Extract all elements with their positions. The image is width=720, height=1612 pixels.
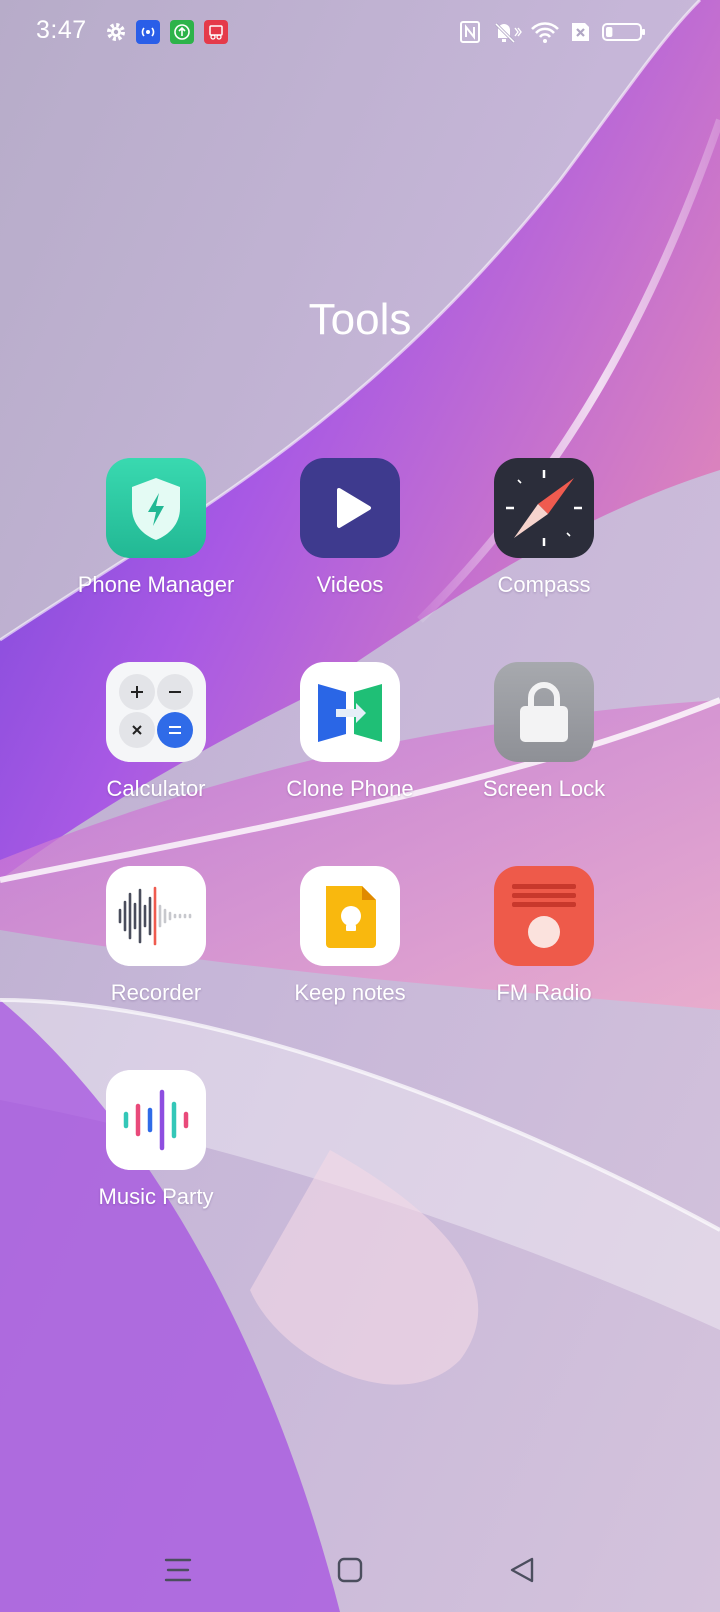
app-screen-lock[interactable]: Screen Lock [444, 662, 644, 832]
radio-icon [494, 866, 594, 966]
status-time: 3:47 [36, 16, 87, 44]
shield-bolt-icon [106, 458, 206, 558]
app-fm-radio[interactable]: FM Radio [444, 866, 644, 1036]
app-recorder[interactable]: Recorder [56, 866, 256, 1036]
music-bars-icon [106, 1070, 206, 1170]
app-label: Keep notes [294, 980, 406, 1005]
app-label: Music Party [98, 1184, 214, 1209]
app-label: Screen Lock [482, 776, 606, 801]
app-label: Videos [316, 572, 384, 597]
status-bar: 3:47 [0, 0, 720, 64]
app-label: FM Radio [496, 980, 592, 1005]
app-compass[interactable]: Compass [444, 458, 644, 628]
app-label: Clone Phone [286, 776, 414, 801]
waveform-icon [106, 866, 206, 966]
settings-icon [104, 20, 128, 44]
calculator-icon [106, 662, 206, 762]
app-clone-phone[interactable]: Clone Phone [250, 662, 450, 832]
app-keep-notes[interactable]: Keep notes [250, 866, 450, 1036]
menu-icon[interactable] [158, 1550, 198, 1590]
wifi-icon [530, 20, 560, 44]
lock-icon [494, 662, 594, 762]
upload-icon [170, 20, 194, 44]
home-icon[interactable] [330, 1550, 370, 1590]
screenshot-icon [204, 20, 228, 44]
app-phone-manager[interactable]: Phone Manager [56, 458, 256, 628]
play-icon [300, 458, 400, 558]
app-label: Calculator [106, 776, 206, 801]
app-videos[interactable]: Videos [250, 458, 450, 628]
compass-icon [494, 458, 594, 558]
note-bulb-icon [300, 866, 400, 966]
app-label: Recorder [110, 980, 202, 1005]
app-calculator[interactable]: Calculator [56, 662, 256, 832]
battery-icon [602, 20, 646, 44]
app-label: Phone Manager [77, 572, 235, 597]
navigation-bar [0, 1540, 720, 1600]
nfc-icon [458, 20, 482, 44]
folder-title: Tools [308, 295, 412, 344]
back-icon[interactable] [502, 1550, 542, 1590]
app-music-party[interactable]: Music Party [56, 1070, 256, 1240]
vibrate-icon [492, 20, 522, 44]
no-sim-icon [568, 20, 592, 44]
clone-phone-icon [300, 662, 400, 762]
app-label: Compass [497, 572, 591, 597]
hotspot-icon [136, 20, 160, 44]
